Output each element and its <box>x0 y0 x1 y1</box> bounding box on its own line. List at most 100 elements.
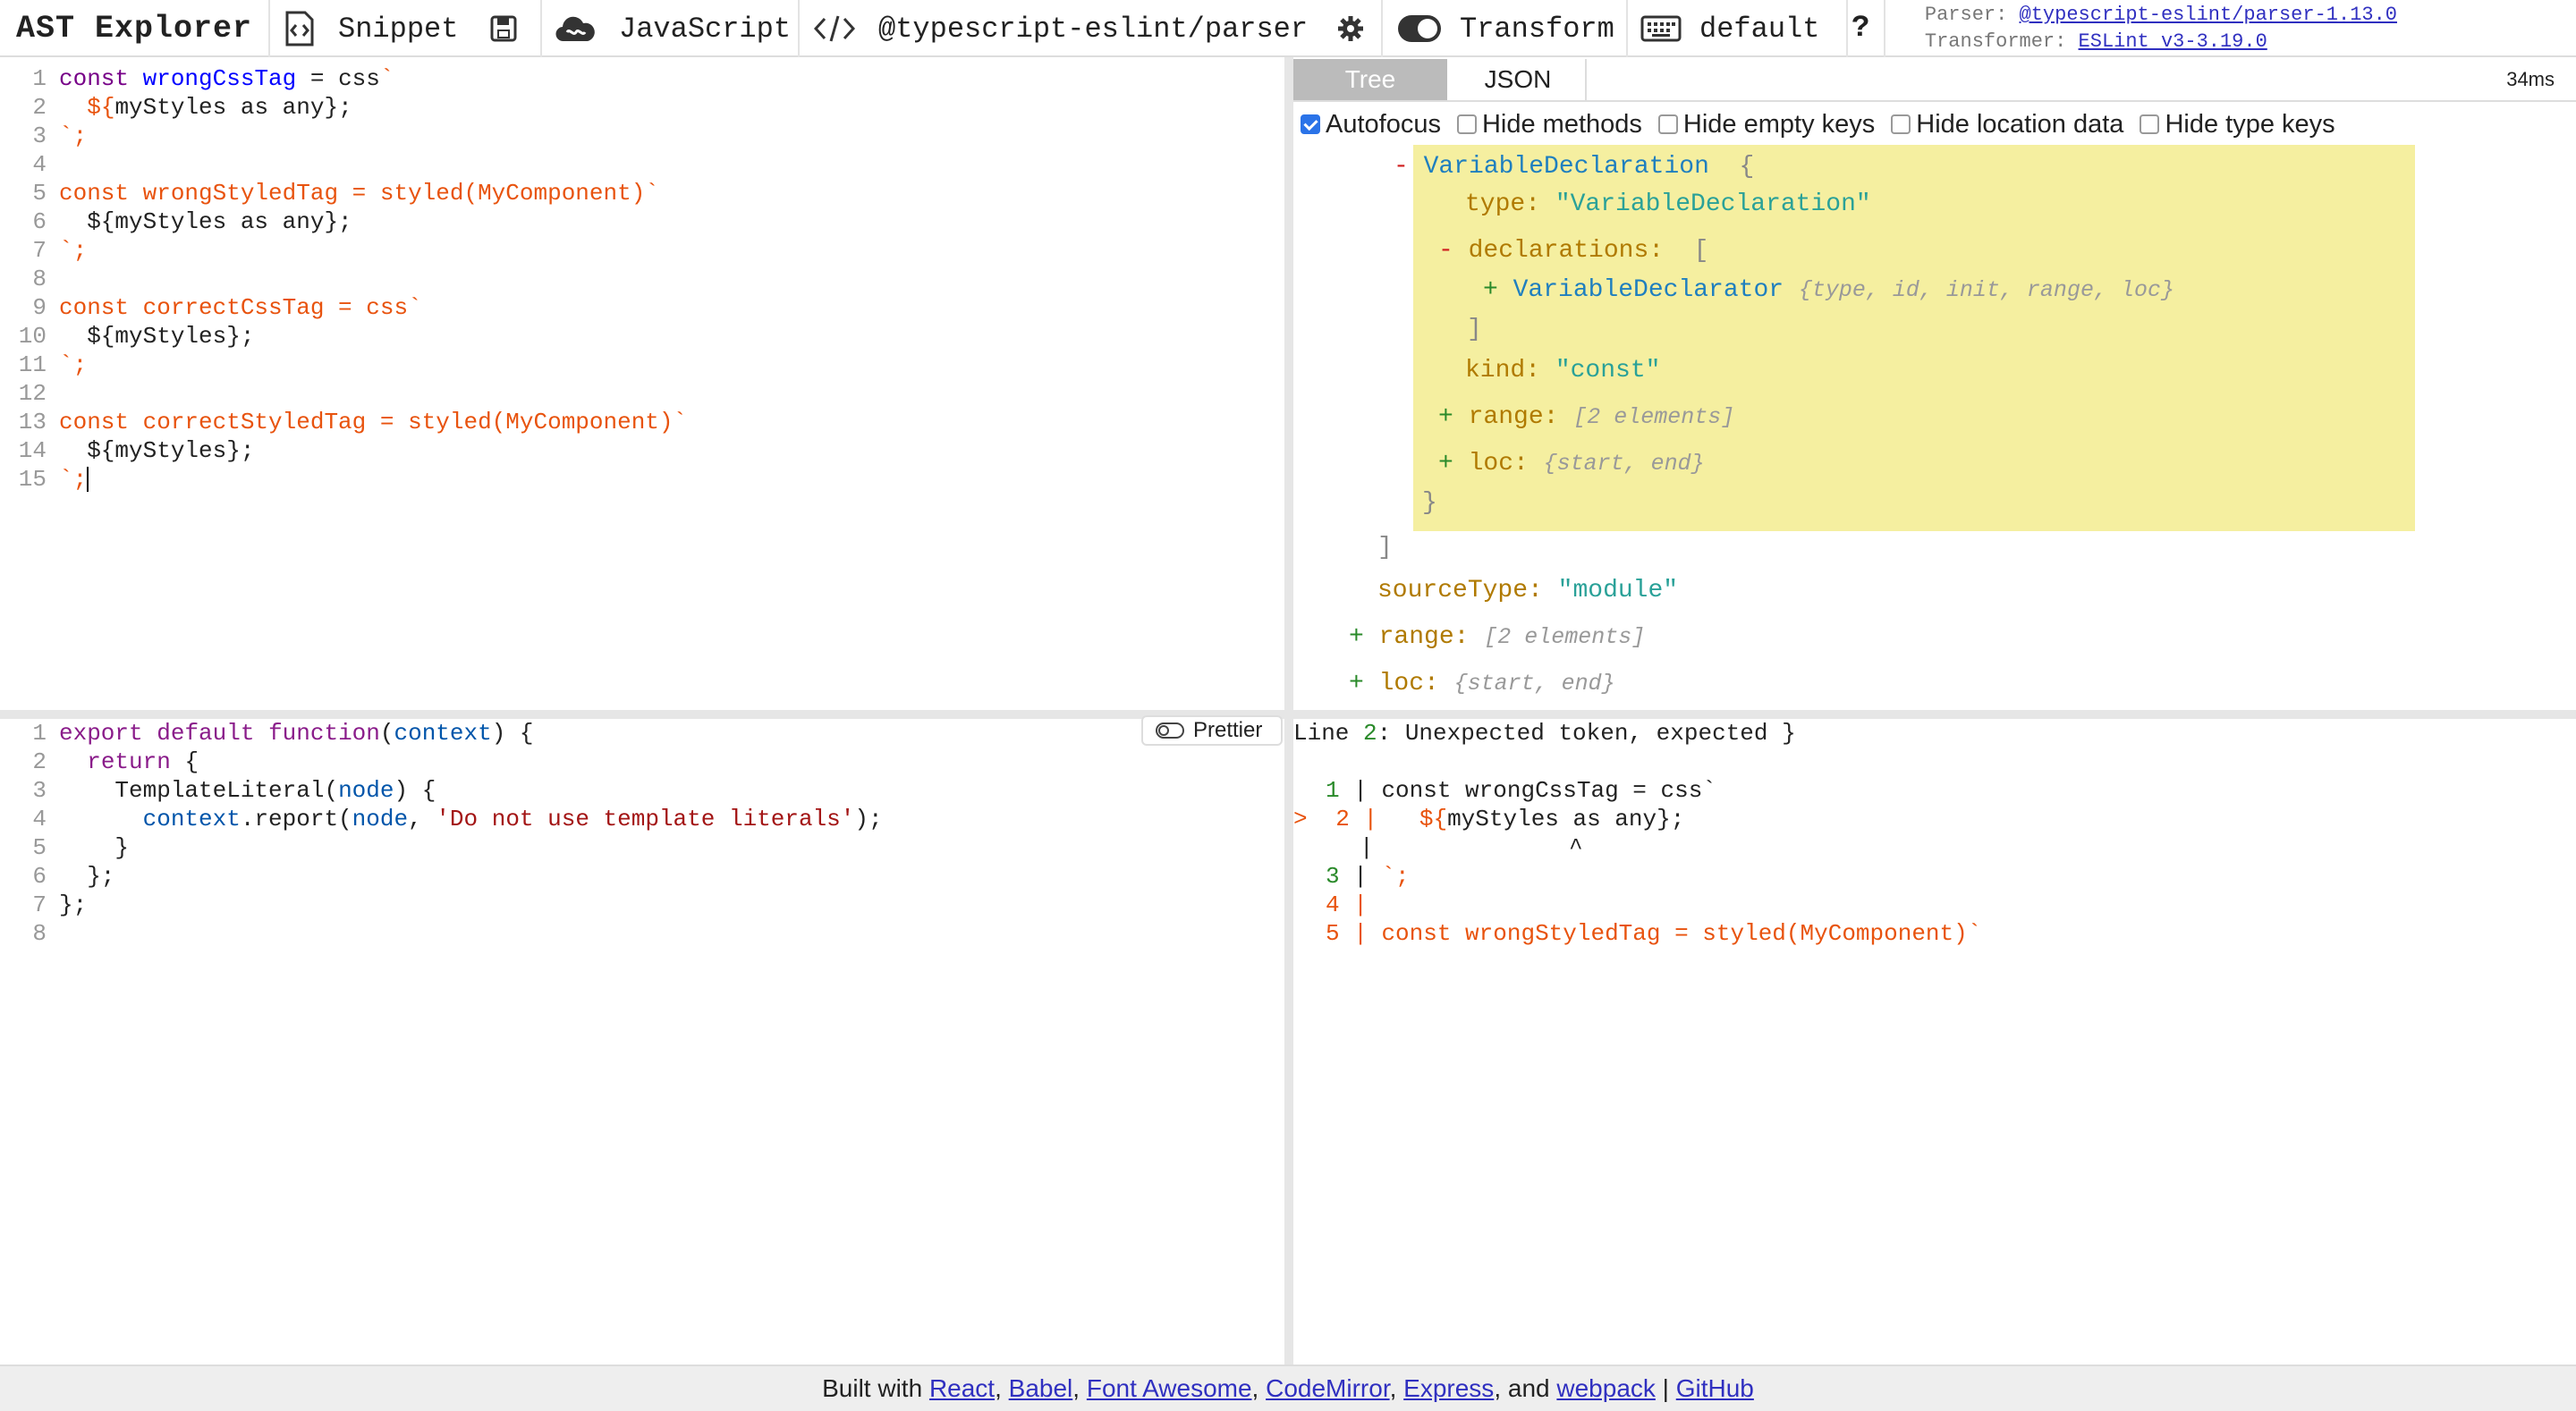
option-label: Hide location data <box>1916 109 2124 139</box>
file-code-icon <box>284 11 315 46</box>
option-hide-location-data[interactable]: Hide location data <box>1891 110 2123 139</box>
keymap-menu[interactable]: default <box>1640 0 1819 57</box>
expand-toggle[interactable]: + <box>1349 623 1364 651</box>
tree-node-variable-declarator[interactable]: + VariableDeclarator {type, id, init, ra… <box>1483 275 2174 306</box>
code-token: return <box>87 748 171 775</box>
checkbox[interactable] <box>1891 114 1911 134</box>
option-label: Hide empty keys <box>1682 109 1876 139</box>
snippet-label: Snippet <box>338 12 459 46</box>
transformer-version-link[interactable]: ESLint v3-3.19.0 <box>2079 30 2267 53</box>
frame-code: const wrongCssTag = css` <box>1381 777 1716 804</box>
frame-line-number: 5 <box>1326 920 1340 947</box>
checkbox-checked[interactable] <box>1301 114 1320 134</box>
webpack-link[interactable]: webpack <box>1556 1374 1656 1402</box>
footer: Built with React, Babel, Font Awesome, C… <box>0 1365 2576 1411</box>
option-autofocus[interactable]: Autofocus <box>1301 110 1441 139</box>
parser-label: @typescript-eslint/parser <box>878 12 1309 46</box>
divider <box>1626 0 1628 57</box>
tree-prop-program-range[interactable]: + range: [2 elements] <box>1349 622 1645 653</box>
tab-json[interactable]: JSON <box>1451 59 1587 100</box>
prop-key: declarations: <box>1468 237 1665 265</box>
transform-editor[interactable]: 1 export default function(context) { 2 re… <box>0 719 1284 1365</box>
frame-line-number: 2 <box>1335 806 1350 832</box>
ast-tree-pane: Tree JSON 34ms Autofocus Hide methods Hi… <box>1293 59 2576 710</box>
tree-prop-kind: kind: "const" <box>1465 356 1660 386</box>
line-number: 7 <box>32 237 47 264</box>
tab-tree[interactable]: Tree <box>1293 59 1447 100</box>
expand-toggle[interactable]: + <box>1349 670 1364 697</box>
parser-version-link[interactable]: @typescript-eslint/parser-1.13.0 <box>2020 4 2397 26</box>
github-link[interactable]: GitHub <box>1676 1374 1754 1402</box>
code-token: const correctStyledTag = styled(MyCompon… <box>59 409 688 435</box>
frame-gutter: | <box>1353 920 1368 947</box>
frame-gutter: | <box>1363 806 1378 832</box>
tree-prop-range[interactable]: + range: [2 elements] <box>1438 402 1734 433</box>
option-hide-methods[interactable]: Hide methods <box>1456 109 1642 139</box>
parser-settings-button[interactable] <box>1336 0 1365 57</box>
codemirror-link[interactable]: CodeMirror <box>1266 1374 1389 1402</box>
transform-output: Line 2: Unexpected token, expected } 1 |… <box>1293 719 2576 1365</box>
tree-prop-declarations[interactable]: - declarations: [ <box>1438 236 1708 266</box>
collapse-toggle[interactable]: - <box>1394 153 1409 181</box>
frame-gutter: | <box>1353 777 1368 804</box>
express-link[interactable]: Express <box>1403 1374 1494 1402</box>
tree-node-variable-declaration[interactable]: - VariableDeclaration { <box>1394 152 1754 182</box>
frame-gutter: | <box>1360 834 1374 861</box>
prop-key: loc: <box>1468 450 1529 477</box>
react-link[interactable]: React <box>929 1374 995 1402</box>
collapse-toggle[interactable]: - <box>1438 237 1453 265</box>
line-number: 8 <box>32 266 47 292</box>
parser-menu[interactable]: @typescript-eslint/parser <box>814 0 1308 57</box>
checkbox[interactable] <box>1657 114 1678 134</box>
expand-toggle[interactable]: + <box>1438 450 1453 477</box>
line-number: 10 <box>18 323 47 350</box>
expand-toggle[interactable]: + <box>1438 403 1453 431</box>
horizontal-splitter[interactable] <box>0 710 2576 719</box>
expand-toggle[interactable]: + <box>1483 276 1498 304</box>
save-button[interactable] <box>490 0 517 57</box>
language-menu[interactable]: JavaScript <box>555 0 791 57</box>
prettier-toggle[interactable]: Prettier <box>1141 715 1283 746</box>
code-token: `; <box>59 466 88 493</box>
save-icon <box>490 15 517 42</box>
source-editor[interactable]: 1 const wrongCssTag = css` 2 ${myStyles a… <box>0 59 1284 710</box>
line-number: 3 <box>32 777 47 804</box>
option-hide-type-keys[interactable]: Hide type keys <box>2140 110 2335 139</box>
tree-prop-program-loc[interactable]: + loc: {start, end} <box>1349 669 1615 699</box>
code-token: myStyles as any}; <box>114 94 352 121</box>
frame-code: ${ <box>1419 806 1448 832</box>
snippet-menu[interactable]: Snippet <box>284 0 458 57</box>
option-label: Hide methods <box>1481 109 1642 139</box>
frame-gutter: | <box>1353 863 1368 890</box>
tree-prop-loc[interactable]: + loc: {start, end} <box>1438 449 1705 479</box>
checkbox[interactable] <box>2140 114 2160 134</box>
line-number: 1 <box>32 720 47 747</box>
code-token: }; <box>59 891 88 918</box>
line-number: 2 <box>32 94 47 121</box>
code-token: const wrongStyledTag = styled(MyComponen… <box>59 180 659 207</box>
frame-line-number: 3 <box>1326 863 1340 890</box>
code-token: export <box>59 720 143 747</box>
checkbox[interactable] <box>1456 114 1477 134</box>
font-awesome-link[interactable]: Font Awesome <box>1087 1374 1252 1402</box>
error-line-number: 2 <box>1363 720 1377 747</box>
bracket: ] <box>1377 534 1393 562</box>
frame-row: 4 | <box>1326 891 1368 919</box>
parse-time: 34ms <box>2506 68 2555 90</box>
help-button[interactable]: ? <box>1852 0 1869 57</box>
code-token: ${myStyles as any}; <box>59 208 352 235</box>
line-number: 3 <box>32 123 47 149</box>
divider <box>1381 0 1383 57</box>
line-number: 13 <box>18 409 47 435</box>
divider <box>1884 0 1885 57</box>
footer-text: , <box>1389 1374 1404 1402</box>
node-summary: [2 elements] <box>1573 404 1735 430</box>
option-hide-empty-keys[interactable]: Hide empty keys <box>1657 109 1876 139</box>
code-token: 'Do not use template literals' <box>436 806 855 832</box>
transform-toggle[interactable]: Transform <box>1397 0 1614 57</box>
frame-line-number: 1 <box>1326 777 1340 804</box>
babel-link[interactable]: Babel <box>1009 1374 1073 1402</box>
